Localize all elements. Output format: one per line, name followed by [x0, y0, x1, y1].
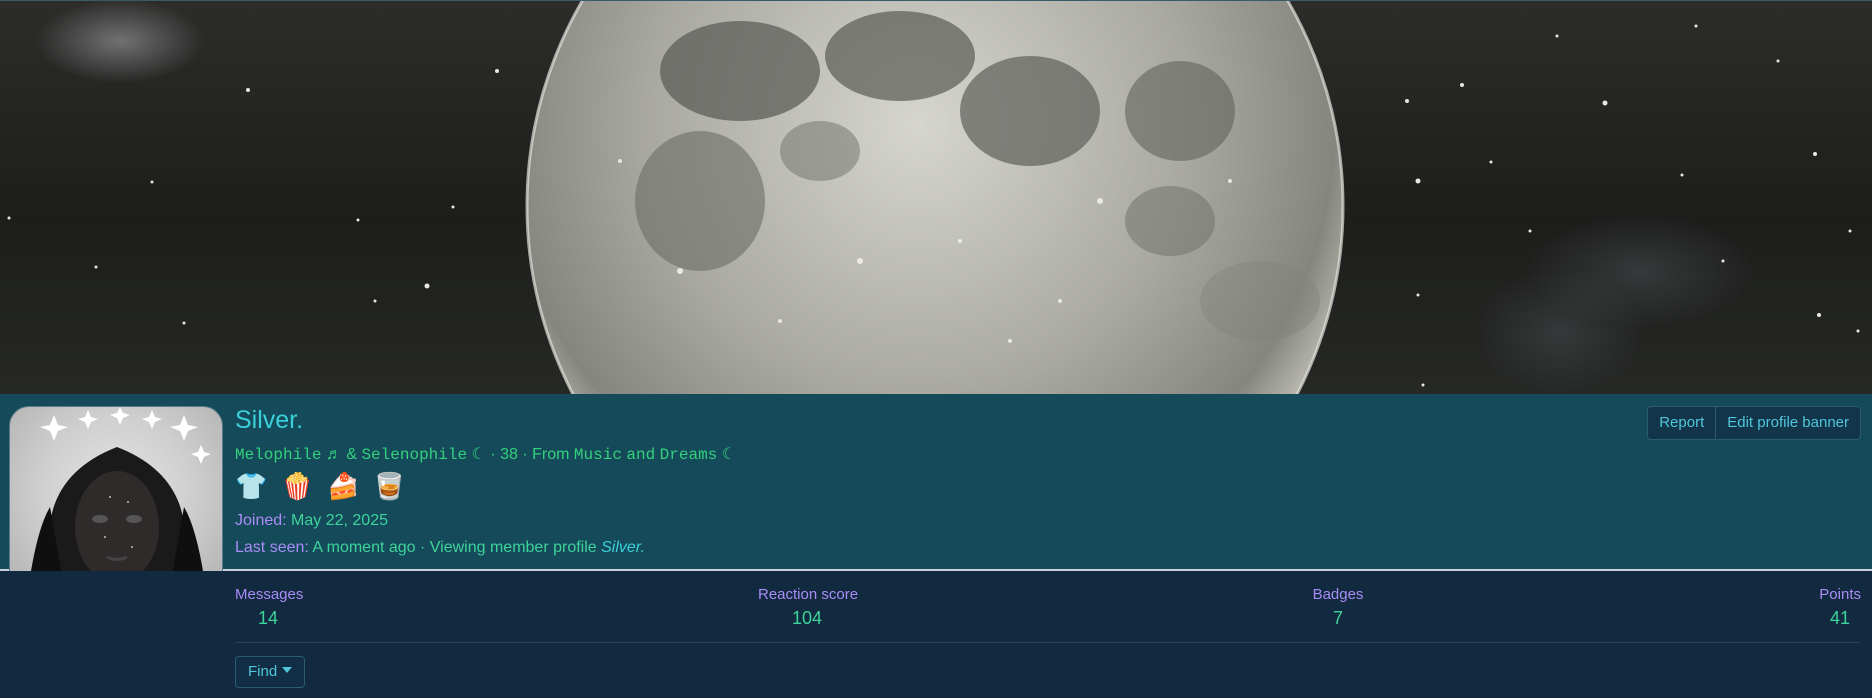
tie-dye-shirt-icon[interactable]: 👕 [235, 471, 268, 504]
stat-badges[interactable]: Badges 7 [1308, 586, 1368, 629]
title-selenophile: Selenophile [361, 446, 468, 464]
from-and: and [626, 446, 656, 464]
cake-confetti-icon[interactable]: 🍰 [327, 471, 360, 504]
separator: · [490, 446, 496, 463]
separator: · [522, 446, 528, 463]
title-amp: & [346, 446, 357, 463]
crescent-moon-icon: ☾ [721, 446, 737, 463]
stat-badges-value: 7 [1332, 608, 1343, 628]
stat-messages[interactable]: Messages 14 [235, 586, 303, 629]
last-seen-label: Last seen: [235, 539, 309, 556]
last-seen-value: A moment ago · Viewing member profile [312, 539, 597, 556]
edit-profile-banner-button[interactable]: Edit profile banner [1715, 407, 1860, 439]
report-button[interactable]: Report [1648, 407, 1715, 439]
title-melophile: Melophile [235, 446, 322, 464]
stat-messages-label: Messages [235, 586, 304, 603]
moon-banner-image [7, 1, 1860, 394]
user-title: Melophile ♬ & Selenophile ☾ · 38 · From … [235, 444, 736, 464]
last-seen-profile-link[interactable]: Silver. [601, 539, 645, 556]
whiskey-glass-icon[interactable]: 🥃 [373, 471, 406, 504]
joined-info: Joined: May 22, 2025 [235, 512, 388, 530]
stat-reaction-score-label: Reaction score [758, 586, 859, 603]
stat-points-label: Points [1819, 586, 1861, 603]
stat-badges-label: Badges [1312, 586, 1364, 603]
crescent-moon-icon: ☾ [471, 446, 486, 463]
profile-actions: Report Edit profile banner [1647, 406, 1861, 440]
stat-points-value: 41 [1829, 608, 1850, 628]
caret-down-icon [282, 667, 293, 674]
from-dreams: Dreams [659, 446, 718, 464]
music-note-icon: ♬ [325, 446, 342, 463]
from-label: From [532, 446, 570, 463]
stat-messages-value: 14 [258, 608, 279, 628]
award-icons: 👕 🍿 🍰 🥃 [235, 471, 406, 504]
username: Silver. [235, 406, 304, 434]
from-music: Music [573, 446, 622, 464]
find-label: Find [248, 663, 278, 680]
stat-reaction-score[interactable]: Reaction score 104 [758, 586, 859, 629]
joined-label: Joined: [235, 512, 287, 529]
find-button[interactable]: Find [235, 656, 306, 688]
joined-date: May 22, 2025 [291, 512, 388, 529]
profile-banner [0, 0, 1872, 394]
user-age: 38 [500, 446, 518, 463]
last-seen-info: Last seen: A moment ago · Viewing member… [235, 539, 645, 557]
popcorn-icon[interactable]: 🍿 [281, 471, 314, 504]
stat-reaction-score-value: 104 [791, 608, 823, 628]
stats-divider [235, 642, 1860, 643]
stat-points[interactable]: Points 41 [1811, 586, 1861, 629]
